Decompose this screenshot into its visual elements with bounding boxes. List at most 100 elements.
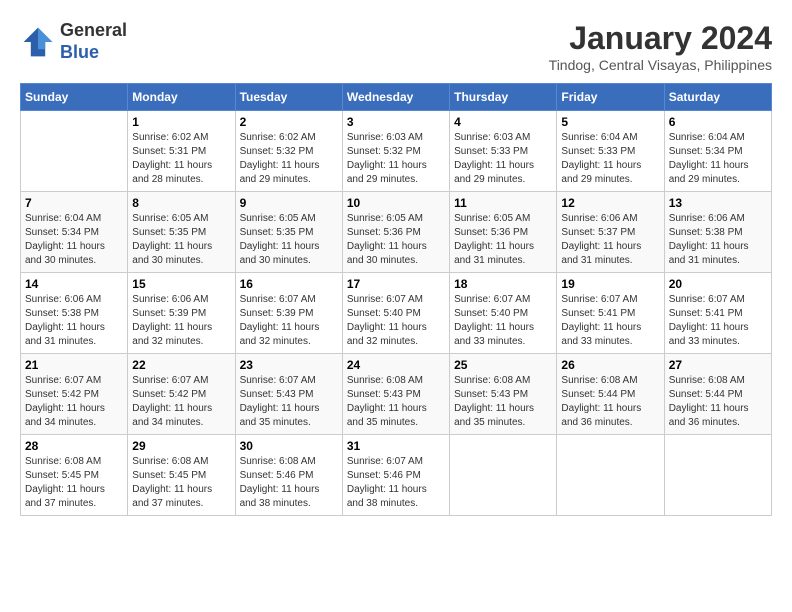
day-cell: 17 Sunrise: 6:07 AM Sunset: 5:40 PM Dayl… bbox=[342, 273, 449, 354]
day-number: 19 bbox=[561, 277, 659, 291]
day-number: 26 bbox=[561, 358, 659, 372]
col-header-thursday: Thursday bbox=[450, 84, 557, 111]
day-cell: 1 Sunrise: 6:02 AM Sunset: 5:31 PM Dayli… bbox=[128, 111, 235, 192]
day-number: 22 bbox=[132, 358, 230, 372]
day-number: 3 bbox=[347, 115, 445, 129]
day-info: Sunrise: 6:07 AM Sunset: 5:46 PM Dayligh… bbox=[347, 455, 445, 511]
day-info: Sunrise: 6:08 AM Sunset: 5:43 PM Dayligh… bbox=[454, 374, 552, 430]
day-cell: 23 Sunrise: 6:07 AM Sunset: 5:43 PM Dayl… bbox=[235, 354, 342, 435]
day-cell: 12 Sunrise: 6:06 AM Sunset: 5:37 PM Dayl… bbox=[557, 192, 664, 273]
day-info: Sunrise: 6:07 AM Sunset: 5:40 PM Dayligh… bbox=[347, 293, 445, 349]
day-cell bbox=[557, 435, 664, 516]
day-cell bbox=[664, 435, 771, 516]
day-number: 6 bbox=[669, 115, 767, 129]
week-row-4: 21 Sunrise: 6:07 AM Sunset: 5:42 PM Dayl… bbox=[21, 354, 772, 435]
day-info: Sunrise: 6:08 AM Sunset: 5:46 PM Dayligh… bbox=[240, 455, 338, 511]
day-number: 31 bbox=[347, 439, 445, 453]
day-number: 2 bbox=[240, 115, 338, 129]
day-number: 27 bbox=[669, 358, 767, 372]
day-info: Sunrise: 6:06 AM Sunset: 5:38 PM Dayligh… bbox=[25, 293, 123, 349]
col-header-friday: Friday bbox=[557, 84, 664, 111]
col-header-sunday: Sunday bbox=[21, 84, 128, 111]
day-cell: 13 Sunrise: 6:06 AM Sunset: 5:38 PM Dayl… bbox=[664, 192, 771, 273]
day-cell: 9 Sunrise: 6:05 AM Sunset: 5:35 PM Dayli… bbox=[235, 192, 342, 273]
day-cell: 16 Sunrise: 6:07 AM Sunset: 5:39 PM Dayl… bbox=[235, 273, 342, 354]
day-info: Sunrise: 6:07 AM Sunset: 5:41 PM Dayligh… bbox=[669, 293, 767, 349]
calendar-table: SundayMondayTuesdayWednesdayThursdayFrid… bbox=[20, 83, 772, 516]
day-info: Sunrise: 6:08 AM Sunset: 5:45 PM Dayligh… bbox=[132, 455, 230, 511]
day-cell: 30 Sunrise: 6:08 AM Sunset: 5:46 PM Dayl… bbox=[235, 435, 342, 516]
day-info: Sunrise: 6:05 AM Sunset: 5:36 PM Dayligh… bbox=[454, 212, 552, 268]
day-cell: 15 Sunrise: 6:06 AM Sunset: 5:39 PM Dayl… bbox=[128, 273, 235, 354]
day-info: Sunrise: 6:02 AM Sunset: 5:32 PM Dayligh… bbox=[240, 131, 338, 187]
day-info: Sunrise: 6:04 AM Sunset: 5:34 PM Dayligh… bbox=[25, 212, 123, 268]
week-row-1: 1 Sunrise: 6:02 AM Sunset: 5:31 PM Dayli… bbox=[21, 111, 772, 192]
day-info: Sunrise: 6:08 AM Sunset: 5:44 PM Dayligh… bbox=[561, 374, 659, 430]
day-number: 17 bbox=[347, 277, 445, 291]
day-number: 16 bbox=[240, 277, 338, 291]
day-info: Sunrise: 6:03 AM Sunset: 5:33 PM Dayligh… bbox=[454, 131, 552, 187]
day-number: 1 bbox=[132, 115, 230, 129]
day-info: Sunrise: 6:05 AM Sunset: 5:35 PM Dayligh… bbox=[240, 212, 338, 268]
day-cell: 25 Sunrise: 6:08 AM Sunset: 5:43 PM Dayl… bbox=[450, 354, 557, 435]
day-cell bbox=[21, 111, 128, 192]
day-cell: 20 Sunrise: 6:07 AM Sunset: 5:41 PM Dayl… bbox=[664, 273, 771, 354]
day-info: Sunrise: 6:05 AM Sunset: 5:35 PM Dayligh… bbox=[132, 212, 230, 268]
day-number: 28 bbox=[25, 439, 123, 453]
day-cell: 14 Sunrise: 6:06 AM Sunset: 5:38 PM Dayl… bbox=[21, 273, 128, 354]
day-number: 23 bbox=[240, 358, 338, 372]
day-cell: 4 Sunrise: 6:03 AM Sunset: 5:33 PM Dayli… bbox=[450, 111, 557, 192]
day-cell: 31 Sunrise: 6:07 AM Sunset: 5:46 PM Dayl… bbox=[342, 435, 449, 516]
day-number: 24 bbox=[347, 358, 445, 372]
day-number: 13 bbox=[669, 196, 767, 210]
calendar-body: 1 Sunrise: 6:02 AM Sunset: 5:31 PM Dayli… bbox=[21, 111, 772, 516]
day-cell: 11 Sunrise: 6:05 AM Sunset: 5:36 PM Dayl… bbox=[450, 192, 557, 273]
col-header-monday: Monday bbox=[128, 84, 235, 111]
col-header-tuesday: Tuesday bbox=[235, 84, 342, 111]
day-cell: 26 Sunrise: 6:08 AM Sunset: 5:44 PM Dayl… bbox=[557, 354, 664, 435]
day-number: 10 bbox=[347, 196, 445, 210]
day-number: 11 bbox=[454, 196, 552, 210]
day-cell: 19 Sunrise: 6:07 AM Sunset: 5:41 PM Dayl… bbox=[557, 273, 664, 354]
day-cell: 2 Sunrise: 6:02 AM Sunset: 5:32 PM Dayli… bbox=[235, 111, 342, 192]
day-number: 14 bbox=[25, 277, 123, 291]
day-cell: 7 Sunrise: 6:04 AM Sunset: 5:34 PM Dayli… bbox=[21, 192, 128, 273]
day-number: 9 bbox=[240, 196, 338, 210]
day-cell bbox=[450, 435, 557, 516]
day-info: Sunrise: 6:06 AM Sunset: 5:38 PM Dayligh… bbox=[669, 212, 767, 268]
day-number: 5 bbox=[561, 115, 659, 129]
day-info: Sunrise: 6:08 AM Sunset: 5:43 PM Dayligh… bbox=[347, 374, 445, 430]
day-info: Sunrise: 6:07 AM Sunset: 5:43 PM Dayligh… bbox=[240, 374, 338, 430]
page-header: General Blue January 2024 Tindog, Centra… bbox=[20, 20, 772, 73]
location: Tindog, Central Visayas, Philippines bbox=[549, 57, 772, 73]
day-info: Sunrise: 6:04 AM Sunset: 5:34 PM Dayligh… bbox=[669, 131, 767, 187]
col-header-saturday: Saturday bbox=[664, 84, 771, 111]
day-number: 18 bbox=[454, 277, 552, 291]
day-cell: 21 Sunrise: 6:07 AM Sunset: 5:42 PM Dayl… bbox=[21, 354, 128, 435]
day-number: 12 bbox=[561, 196, 659, 210]
title-block: January 2024 Tindog, Central Visayas, Ph… bbox=[549, 20, 772, 73]
day-number: 30 bbox=[240, 439, 338, 453]
week-row-3: 14 Sunrise: 6:06 AM Sunset: 5:38 PM Dayl… bbox=[21, 273, 772, 354]
day-cell: 29 Sunrise: 6:08 AM Sunset: 5:45 PM Dayl… bbox=[128, 435, 235, 516]
logo: General Blue bbox=[20, 20, 127, 63]
day-info: Sunrise: 6:07 AM Sunset: 5:42 PM Dayligh… bbox=[132, 374, 230, 430]
day-info: Sunrise: 6:04 AM Sunset: 5:33 PM Dayligh… bbox=[561, 131, 659, 187]
month-title: January 2024 bbox=[549, 20, 772, 57]
day-number: 8 bbox=[132, 196, 230, 210]
logo-text: General Blue bbox=[60, 20, 127, 63]
day-info: Sunrise: 6:08 AM Sunset: 5:45 PM Dayligh… bbox=[25, 455, 123, 511]
day-cell: 28 Sunrise: 6:08 AM Sunset: 5:45 PM Dayl… bbox=[21, 435, 128, 516]
day-info: Sunrise: 6:03 AM Sunset: 5:32 PM Dayligh… bbox=[347, 131, 445, 187]
day-info: Sunrise: 6:06 AM Sunset: 5:39 PM Dayligh… bbox=[132, 293, 230, 349]
day-number: 15 bbox=[132, 277, 230, 291]
day-number: 4 bbox=[454, 115, 552, 129]
day-number: 21 bbox=[25, 358, 123, 372]
day-info: Sunrise: 6:05 AM Sunset: 5:36 PM Dayligh… bbox=[347, 212, 445, 268]
calendar-header-row: SundayMondayTuesdayWednesdayThursdayFrid… bbox=[21, 84, 772, 111]
day-number: 7 bbox=[25, 196, 123, 210]
day-info: Sunrise: 6:07 AM Sunset: 5:42 PM Dayligh… bbox=[25, 374, 123, 430]
week-row-5: 28 Sunrise: 6:08 AM Sunset: 5:45 PM Dayl… bbox=[21, 435, 772, 516]
day-cell: 3 Sunrise: 6:03 AM Sunset: 5:32 PM Dayli… bbox=[342, 111, 449, 192]
day-info: Sunrise: 6:07 AM Sunset: 5:39 PM Dayligh… bbox=[240, 293, 338, 349]
